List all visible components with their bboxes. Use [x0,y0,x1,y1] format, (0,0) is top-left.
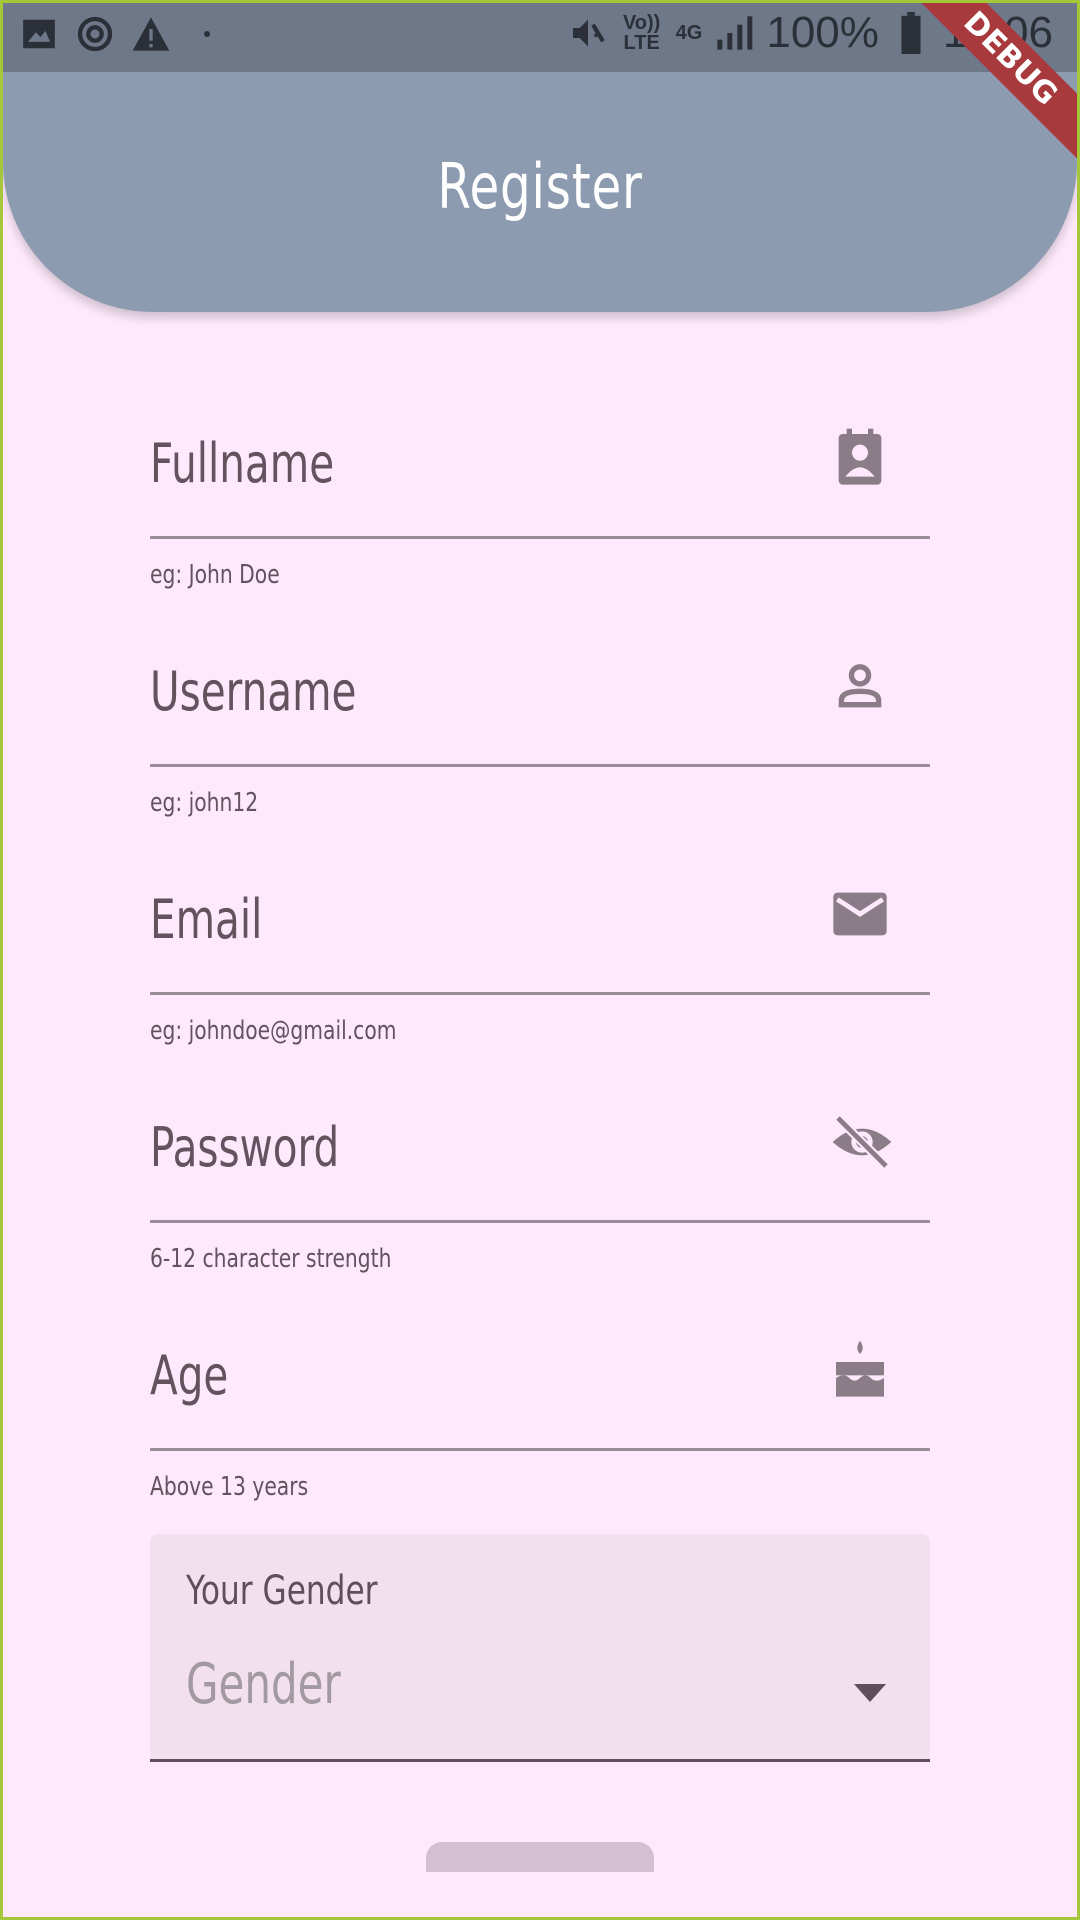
dropdown-arrow-icon[interactable] [854,1684,886,1702]
network-type: 4G [675,22,703,44]
fullname-helper: eg: John Doe [150,560,280,590]
dot-icon [187,14,227,54]
status-bar: Vo)) LTE 4G 100% 12:06 [3,0,1077,72]
username-underline [150,764,930,767]
username-helper: eg: john12 [150,788,259,818]
fullname-underline [150,536,930,539]
fullname-label: Fullname [150,432,335,495]
gender-placeholder: Gender [186,1652,341,1717]
password-helper: 6-12 character strength [150,1244,392,1274]
signal-icon [714,13,754,53]
mute-icon [568,13,608,53]
email-underline [150,992,930,995]
warning-icon [131,14,171,54]
username-label: Username [150,660,357,723]
age-helper: Above 13 years [150,1472,309,1502]
password-label: Password [150,1116,340,1179]
contact-card-icon [828,426,892,490]
sync-icon [75,14,115,54]
cake-icon [828,1338,892,1402]
image-icon [19,14,59,54]
age-label: Age [150,1344,229,1407]
email-label: Email [150,888,263,951]
mail-icon [828,882,892,946]
password-underline [150,1220,930,1223]
person-outline-icon [828,654,892,718]
battery-icon [891,12,931,54]
battery-percent: 100% [766,8,879,57]
register-button[interactable] [426,1842,654,1872]
email-helper: eg: johndoe@gmail.com [150,1016,397,1046]
age-underline [150,1448,930,1451]
volte-indicator: Vo)) LTE [622,12,661,54]
page-title: Register [437,150,643,223]
gender-label: Your Gender [186,1568,378,1614]
visibility-off-icon[interactable] [828,1110,892,1174]
gender-dropdown[interactable]: Your Gender Gender [150,1534,930,1762]
gender-underline [150,1759,930,1762]
